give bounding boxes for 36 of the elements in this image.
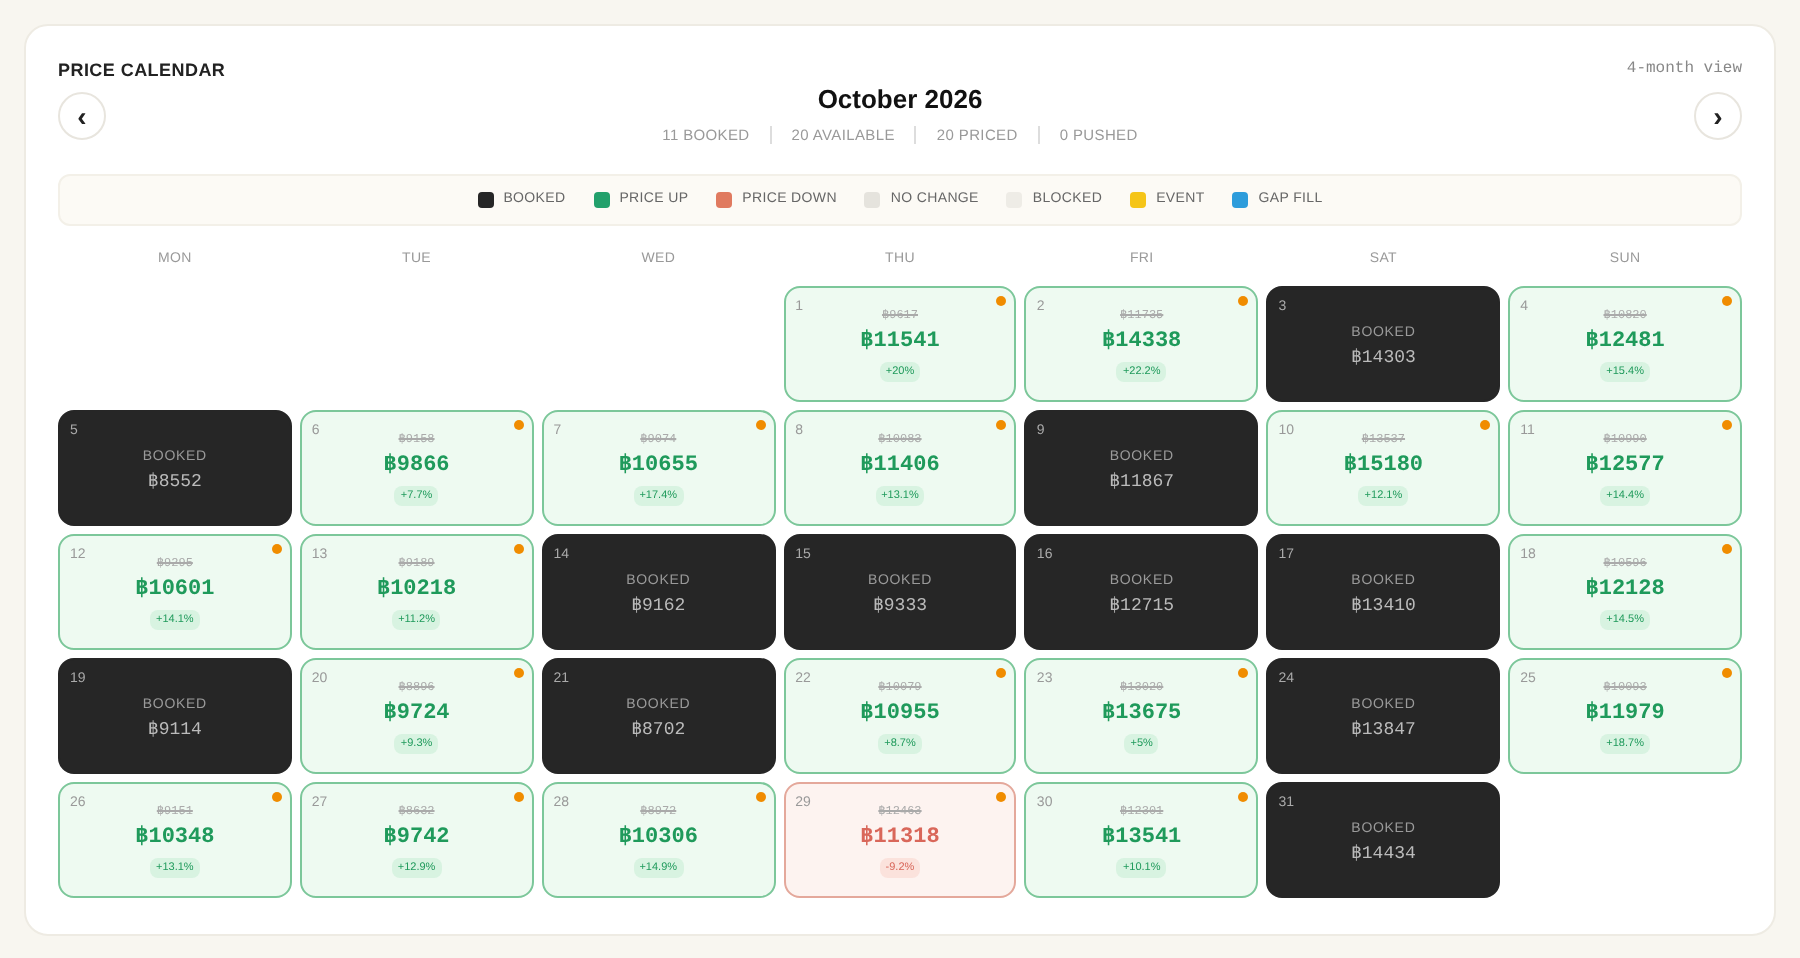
month-title: October 2026 (817, 82, 983, 118)
next-month-button[interactable]: › (1694, 92, 1742, 140)
new-price: ฿10955 (860, 699, 940, 730)
new-price: ฿12577 (1585, 451, 1665, 482)
booked-price: ฿13410 (1350, 594, 1416, 620)
booked-price: ฿9162 (631, 594, 686, 620)
booked-price: ฿9333 (872, 594, 927, 620)
new-price: ฿12481 (1585, 327, 1665, 358)
new-price: ฿9724 (383, 699, 450, 730)
new-price: ฿11318 (860, 823, 940, 854)
new-price: ฿15180 (1343, 451, 1424, 482)
new-price: ฿10306 (618, 823, 698, 854)
view-label: 4-month view (1626, 58, 1742, 82)
booked-price: ฿9114 (147, 718, 202, 744)
new-price: ฿10601 (135, 575, 215, 606)
booked-price: ฿11867 (1109, 470, 1175, 496)
panel-title: PRICE CALENDAR (58, 58, 226, 84)
new-price: ฿12128 (1585, 575, 1665, 606)
booked-price: ฿14434 (1350, 842, 1416, 868)
new-price: ฿9866 (383, 451, 450, 482)
new-price: ฿13675 (1102, 699, 1182, 730)
booked-price: ฿13847 (1350, 718, 1416, 744)
new-price: ฿11406 (860, 451, 940, 482)
booked-price: ฿8552 (147, 470, 202, 496)
new-price: ฿10348 (135, 823, 215, 854)
new-price: ฿10655 (618, 451, 698, 482)
booked-price: ฿12715 (1109, 594, 1175, 620)
new-price: ฿10218 (376, 575, 457, 606)
new-price: ฿14338 (1102, 327, 1182, 358)
booked-price: ฿8702 (631, 718, 686, 744)
new-price: ฿11979 (1585, 699, 1665, 730)
booked-price: ฿14303 (1350, 346, 1416, 372)
new-price: ฿13541 (1102, 823, 1182, 854)
previous-month-button[interactable]: ‹ (58, 92, 106, 140)
new-price: ฿9742 (383, 823, 450, 854)
new-price: ฿11541 (860, 327, 940, 358)
